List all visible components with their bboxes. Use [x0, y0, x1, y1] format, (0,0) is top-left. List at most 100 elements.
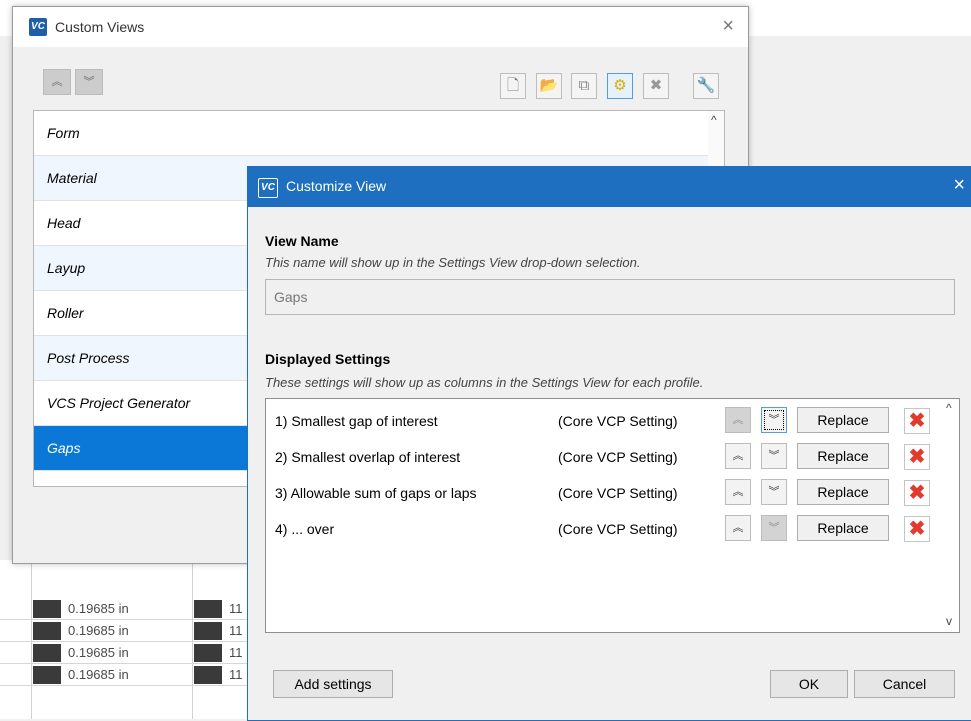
setting-row: 2) Smallest overlap of interest (Core VC… [266, 438, 941, 474]
setting-source: (Core VCP Setting) [558, 413, 678, 429]
chevron-up-icon: ︽ [732, 522, 744, 534]
cancel-button[interactable]: Cancel [854, 670, 955, 698]
cell-value: 11 [229, 601, 243, 616]
gear-icon: ⚙ [613, 77, 627, 94]
scroll-down-icon[interactable]: v [946, 614, 952, 628]
table-row[interactable]: 0.19685 in 11 [0, 642, 250, 664]
setting-source: (Core VCP Setting) [558, 449, 678, 465]
move-up-button[interactable]: ︽ [43, 69, 71, 95]
new-document-icon: 🗋 [506, 77, 520, 94]
rename-icon: ⧉ [578, 77, 590, 94]
move-setting-up-button[interactable]: ︽ [725, 443, 751, 469]
setting-name: 1) Smallest gap of interest [275, 413, 438, 429]
cell-value: 11 [229, 623, 243, 638]
new-view-button[interactable]: 🗋 [500, 73, 526, 99]
view-name-input[interactable] [265, 279, 955, 315]
vcp-logo-icon: VC [29, 18, 47, 36]
setting-source: (Core VCP Setting) [558, 485, 678, 501]
view-name-hint: This name will show up in the Settings V… [265, 255, 641, 270]
displayed-settings-hint: These settings will show up as columns i… [265, 375, 704, 390]
setting-row: 4) ... over (Core VCP Setting) ︽ ︾ Repla… [266, 510, 941, 546]
list-item-label: Roller [47, 305, 84, 321]
table-row[interactable]: 0.19685 in 11 [0, 664, 250, 686]
chevron-down-icon: ︾ [768, 522, 780, 534]
color-swatch [33, 666, 61, 684]
move-setting-down-button[interactable]: ︾ [761, 443, 787, 469]
background-table: 0.19685 in 11 0.19685 in 11 0.19685 in 1… [0, 560, 250, 719]
scroll-up-icon[interactable]: ^ [711, 113, 717, 127]
move-setting-up-button[interactable]: ︽ [725, 479, 751, 505]
delete-icon: ✖ [908, 482, 926, 504]
chevron-up-icon: ︽ [732, 486, 744, 498]
scrollbar[interactable]: ^ v [942, 399, 959, 632]
delete-icon: ✖ [649, 77, 663, 94]
color-swatch [33, 622, 61, 640]
list-item-label: Post Process [47, 350, 130, 366]
folder-open-icon: 📂 [539, 77, 559, 94]
move-setting-down-button[interactable]: ︾ [761, 515, 787, 541]
chevron-up-icon: ︽ [732, 414, 744, 426]
custom-views-title-bar[interactable]: VC Custom Views × [13, 7, 748, 47]
customize-view-title-bar[interactable]: VC Customize View × [248, 167, 971, 207]
close-icon[interactable]: × [953, 174, 965, 197]
list-item-label: Layup [47, 260, 86, 276]
color-swatch [194, 600, 222, 618]
customize-view-dialog: VC Customize View × View Name This name … [247, 166, 971, 721]
cell-value: 0.19685 in [68, 623, 129, 638]
setting-name: 2) Smallest overlap of interest [275, 449, 461, 465]
chevron-up-icon: ︽ [732, 450, 744, 462]
cell-value: 0.19685 in [68, 667, 129, 682]
move-setting-down-button[interactable]: ︾ [761, 479, 787, 505]
delete-icon: ✖ [908, 410, 926, 432]
table-row[interactable]: 0.19685 in 11 [0, 620, 250, 642]
replace-button[interactable]: Replace [797, 479, 889, 505]
chevron-down-icon: ︾ [768, 486, 780, 498]
ok-button[interactable]: OK [770, 670, 848, 698]
list-item-label: Head [47, 215, 81, 231]
list-item-label: Material [47, 170, 97, 186]
remove-setting-button[interactable]: ✖ [904, 480, 930, 506]
color-swatch [194, 666, 222, 684]
remove-setting-button[interactable]: ✖ [904, 408, 930, 434]
cell-value: 11 [229, 645, 243, 660]
open-view-button[interactable]: 📂 [536, 73, 562, 99]
replace-button[interactable]: Replace [797, 407, 889, 433]
wrench-icon: 🔧 [696, 77, 716, 94]
list-item[interactable]: Form [34, 111, 708, 156]
move-down-button[interactable]: ︾ [75, 69, 103, 95]
setting-row: 1) Smallest gap of interest (Core VCP Se… [266, 402, 941, 438]
vcp-logo-icon: VC [258, 178, 278, 198]
move-setting-up-button[interactable]: ︽ [725, 407, 751, 433]
table-row[interactable]: 0.19685 in 11 [0, 598, 250, 620]
dialog-title: Custom Views [55, 19, 145, 35]
delete-icon: ✖ [908, 446, 926, 468]
replace-button[interactable]: Replace [797, 443, 889, 469]
double-chevron-up-icon: ︽ [51, 76, 63, 88]
remove-setting-button[interactable]: ✖ [904, 516, 930, 542]
setting-source: (Core VCP Setting) [558, 521, 678, 537]
cell-value: 11 [229, 667, 243, 682]
setting-name: 4) ... over [275, 521, 335, 537]
cell-value: 0.19685 in [68, 601, 129, 616]
color-swatch [194, 644, 222, 662]
dialog-title: Customize View [286, 178, 387, 194]
add-settings-button[interactable]: Add settings [273, 670, 393, 698]
delete-view-button[interactable]: ✖ [643, 73, 669, 99]
rename-view-button[interactable]: ⧉ [571, 73, 597, 99]
double-chevron-down-icon: ︾ [83, 76, 95, 88]
remove-setting-button[interactable]: ✖ [904, 444, 930, 470]
customize-view-button[interactable]: ⚙ [607, 73, 633, 99]
close-icon[interactable]: × [722, 15, 734, 38]
color-swatch [33, 644, 61, 662]
settings-button[interactable]: 🔧 [693, 73, 719, 99]
scroll-up-icon[interactable]: ^ [946, 401, 952, 415]
color-swatch [194, 622, 222, 640]
cell-value: 0.19685 in [68, 645, 129, 660]
list-item-label: Form [47, 125, 80, 141]
displayed-settings-list[interactable]: 1) Smallest gap of interest (Core VCP Se… [265, 398, 960, 633]
move-setting-down-button[interactable]: ︾ [761, 407, 787, 433]
delete-icon: ✖ [908, 518, 926, 540]
replace-button[interactable]: Replace [797, 515, 889, 541]
move-setting-up-button[interactable]: ︽ [725, 515, 751, 541]
chevron-down-icon: ︾ [768, 414, 780, 426]
